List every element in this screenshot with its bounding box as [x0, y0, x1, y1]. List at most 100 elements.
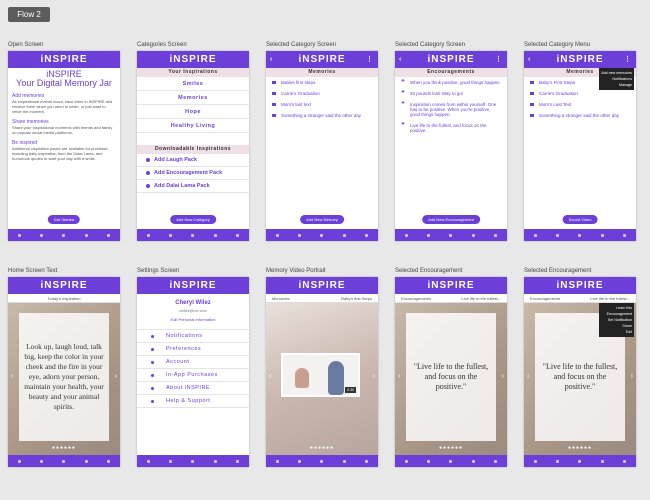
menu-item-manage[interactable]: Manage — [601, 82, 632, 88]
nav-icon[interactable] — [146, 459, 150, 463]
nav-icon[interactable] — [623, 459, 627, 463]
prev-arrow-icon[interactable]: ‹ — [11, 373, 13, 380]
nav-icon[interactable] — [191, 459, 195, 463]
nav-icon[interactable] — [600, 459, 604, 463]
encouragement-item[interactable]: ❝ 20 pounds lost! Way to go! — [395, 88, 507, 99]
nav-icon[interactable] — [298, 233, 302, 237]
memory-item[interactable]: Babies first steps — [266, 77, 378, 88]
nav-icon[interactable] — [578, 459, 582, 463]
nav-icon[interactable] — [494, 233, 498, 237]
encouragement-item[interactable]: ❝ Live life to the fullest, and focus on … — [395, 120, 507, 136]
encouragement-item[interactable]: ❝ Inspiration comes from within yourself.… — [395, 99, 507, 120]
nav-icon[interactable] — [107, 233, 111, 237]
add-category-button[interactable]: Add New Category — [170, 215, 216, 224]
section-header: Your Inspirations — [137, 68, 249, 77]
nav-icon[interactable] — [275, 233, 279, 237]
nav-icon[interactable] — [533, 459, 537, 463]
prev-arrow-icon[interactable]: ‹ — [527, 373, 529, 380]
nav-icon[interactable] — [320, 233, 324, 237]
encouragement-item[interactable]: ❝ When you think positive, good things ha… — [395, 77, 507, 88]
nav-icon[interactable] — [84, 233, 88, 237]
nav-icon[interactable] — [471, 459, 475, 463]
nav-icon[interactable] — [404, 233, 408, 237]
nav-icon[interactable] — [84, 459, 88, 463]
video-player[interactable]: 0:30 — [281, 353, 360, 397]
nav-icon[interactable] — [600, 233, 604, 237]
category-item[interactable]: Hope — [137, 105, 249, 119]
prev-arrow-icon[interactable]: ‹ — [398, 373, 400, 380]
nav-icon[interactable] — [62, 459, 66, 463]
more-icon[interactable]: ⋮ — [366, 51, 374, 68]
back-icon[interactable]: ‹ — [270, 51, 273, 68]
nav-icon[interactable] — [62, 233, 66, 237]
settings-item-notifications[interactable]: Notifications — [137, 330, 249, 343]
back-icon[interactable]: ‹ — [528, 51, 531, 68]
memory-item[interactable]: Something a stranger said the other day — [524, 110, 636, 121]
quote-icon: ❝ — [401, 79, 405, 86]
nav-icon[interactable] — [342, 233, 346, 237]
nav-icon[interactable] — [40, 459, 44, 463]
nav-icon[interactable] — [556, 459, 560, 463]
prev-arrow-icon[interactable]: ‹ — [269, 373, 271, 380]
memory-item[interactable]: Carrie's Graduation — [266, 88, 378, 99]
add-memory-button[interactable]: Add New Memory — [300, 215, 344, 224]
menu-item-learn[interactable]: Learn this Encouragement — [601, 305, 632, 317]
nav-icon[interactable] — [169, 459, 173, 463]
nav-icon[interactable] — [578, 233, 582, 237]
category-item[interactable]: Memories — [137, 91, 249, 105]
get-started-button[interactable]: Get Started — [47, 215, 81, 224]
nav-icon[interactable] — [146, 233, 150, 237]
nav-icon[interactable] — [556, 233, 560, 237]
nav-icon[interactable] — [236, 233, 240, 237]
nav-icon[interactable] — [17, 459, 21, 463]
settings-item-help[interactable]: Help & Support — [137, 395, 249, 408]
nav-icon[interactable] — [365, 459, 369, 463]
back-icon[interactable]: ‹ — [399, 51, 402, 68]
download-pack-item[interactable]: Add Laugh Pack — [137, 154, 249, 167]
nav-icon[interactable] — [40, 233, 44, 237]
nav-icon[interactable] — [427, 459, 431, 463]
nav-icon[interactable] — [191, 233, 195, 237]
nav-icon[interactable] — [275, 459, 279, 463]
nav-icon[interactable] — [623, 233, 627, 237]
next-arrow-icon[interactable]: › — [115, 373, 117, 380]
nav-icon[interactable] — [298, 459, 302, 463]
nav-icon[interactable] — [213, 233, 217, 237]
nav-icon[interactable] — [365, 233, 369, 237]
frame-label: Categories Screen — [137, 42, 187, 48]
nav-icon[interactable] — [471, 233, 475, 237]
nav-icon[interactable] — [342, 459, 346, 463]
video-icon — [530, 81, 534, 84]
nav-icon[interactable] — [494, 459, 498, 463]
settings-item-about[interactable]: About iNSPIRE — [137, 382, 249, 395]
category-item[interactable]: Healthy Living — [137, 119, 249, 133]
memory-item[interactable]: Something a stranger said the other day — [266, 110, 378, 121]
add-encouragement-button[interactable]: Add New Encouragement — [422, 215, 480, 224]
download-pack-item[interactable]: Add Encouragement Pack — [137, 167, 249, 180]
memory-item[interactable]: Mom's last text — [266, 99, 378, 110]
sound-video-button[interactable]: Sound Video — [562, 215, 598, 224]
settings-item-purchases[interactable]: In-App Purchases — [137, 369, 249, 382]
next-arrow-icon[interactable]: › — [373, 373, 375, 380]
nav-icon[interactable] — [404, 459, 408, 463]
nav-icon[interactable] — [449, 233, 453, 237]
nav-icon[interactable] — [533, 233, 537, 237]
nav-icon[interactable] — [213, 459, 217, 463]
nav-icon[interactable] — [169, 233, 173, 237]
settings-item-preferences[interactable]: Preferences — [137, 343, 249, 356]
nav-icon[interactable] — [320, 459, 324, 463]
memory-item[interactable]: Mom's Last Text — [524, 99, 636, 110]
settings-item-account[interactable]: Account — [137, 356, 249, 369]
nav-icon[interactable] — [236, 459, 240, 463]
download-pack-item[interactable]: Add Dalai Lama Pack — [137, 180, 249, 193]
next-arrow-icon[interactable]: › — [631, 373, 633, 380]
nav-icon[interactable] — [107, 459, 111, 463]
category-item[interactable]: Smiles — [137, 77, 249, 91]
nav-icon[interactable] — [449, 459, 453, 463]
more-icon[interactable]: ⋮ — [495, 51, 503, 68]
nav-icon[interactable] — [17, 233, 21, 237]
menu-item-edit[interactable]: Edit — [601, 329, 632, 335]
nav-icon[interactable] — [427, 233, 431, 237]
next-arrow-icon[interactable]: › — [502, 373, 504, 380]
more-icon[interactable]: ⋮ — [624, 51, 632, 68]
